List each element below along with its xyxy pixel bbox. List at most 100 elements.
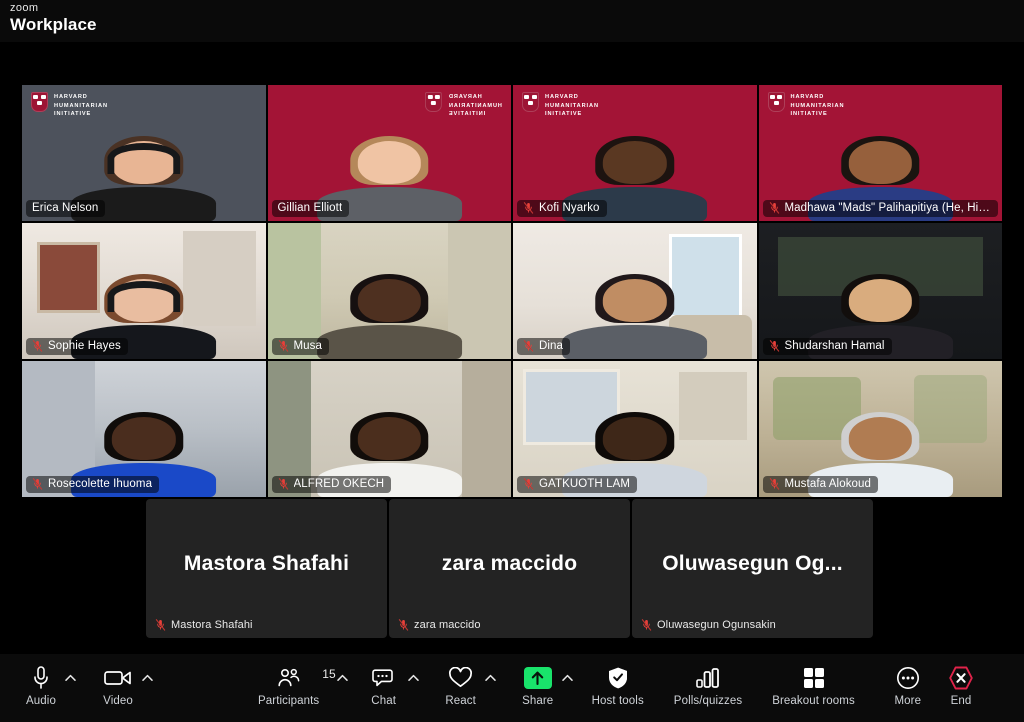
title-bar: zoom Workplace (0, 0, 1024, 42)
participant-tile[interactable]: Sophie Hayes (22, 223, 266, 359)
harvard-shield-icon (425, 92, 443, 112)
hhi-logo-text: HARVARD HUMANITARIAN INITIATIVE (790, 94, 845, 118)
participant-nameplate: Mastora Shafahi (152, 618, 256, 632)
participant-tile[interactable]: Shudarshan Hamal (758, 223, 1002, 359)
ellipsis-icon (896, 665, 920, 691)
more-button[interactable]: More (885, 654, 931, 707)
participant-nameplate: ALFRED OKECH (271, 476, 392, 493)
camera-icon (104, 665, 132, 691)
toolbar-left-group: Audio Video (18, 654, 168, 722)
share-chevron-up-icon[interactable] (561, 665, 574, 691)
chat-label: Chat (371, 695, 396, 707)
video-chevron-up-icon[interactable] (141, 665, 154, 691)
mic-off-icon (769, 202, 779, 214)
participant-tile-no-video[interactable]: zara maccido zara maccido (389, 499, 630, 638)
people-icon (277, 665, 301, 691)
harvard-humanitarian-initiative-logo: HARVARD HUMANITARIAN INITIATIVE (425, 92, 502, 119)
participants-chevron-up-icon[interactable] (336, 665, 349, 691)
participant-name: Oluwasegun Ogunsakin (657, 619, 776, 631)
participant-name: Musa (293, 340, 323, 352)
participant-name: Shudarshan Hamal (784, 340, 885, 352)
participant-tile[interactable]: Rosecolette Ihuoma (22, 361, 266, 497)
participants-button[interactable]: Participants (258, 654, 319, 707)
harvard-humanitarian-initiative-logo: HARVARD HUMANITARIAN INITIATIVE (522, 92, 599, 119)
participant-tile[interactable]: ALFRED OKECH (267, 361, 511, 497)
mic-off-icon (523, 478, 534, 490)
placeholder-tile-row: Mastora Shafahi Mastora Shafahi zara mac… (146, 499, 873, 638)
toolbar-right-group: End (938, 654, 1002, 722)
participant-nameplate: GATKUOTH LAM (517, 476, 638, 493)
participant-tile[interactable]: Musa (267, 223, 511, 359)
breakout-button[interactable]: Breakout rooms (772, 654, 855, 707)
participant-nameplate: Dina (517, 338, 571, 355)
participant-name: Rosecolette Ihuoma (48, 478, 153, 490)
participant-tile[interactable]: HARVARD HUMANITARIAN INITIATIVE Gillian … (267, 85, 511, 221)
share-button[interactable]: Share (515, 654, 561, 707)
mic-off-icon (523, 340, 534, 352)
harvard-shield-icon (767, 92, 785, 112)
audio-chevron-up-icon[interactable] (64, 665, 77, 691)
participant-video-figure (314, 253, 465, 359)
participant-tile[interactable]: HARVARD HUMANITARIAN INITIATIVE Madhawa … (758, 85, 1002, 221)
host-tools-button[interactable]: Host tools (592, 654, 644, 707)
participant-tile[interactable]: Mustafa Alokoud (758, 361, 1002, 497)
participant-name: Dina (539, 340, 564, 352)
microphone-icon (30, 665, 52, 691)
share-label: Share (522, 695, 554, 707)
brand-workplace-text: Workplace (10, 15, 97, 34)
meeting-toolbar: Audio Video Participants 15 Chat React Sh… (0, 654, 1024, 722)
harvard-humanitarian-initiative-logo: HARVARD HUMANITARIAN INITIATIVE (31, 92, 108, 119)
participant-name: Erica Nelson (32, 202, 99, 214)
react-chevron-up-icon[interactable] (484, 665, 497, 691)
bar-chart-icon (695, 665, 721, 691)
participant-nameplate: Madhawa "Mads" Palihapitiya (He, Him) (762, 200, 998, 217)
mic-off-icon (278, 478, 288, 490)
participant-video-figure (559, 253, 710, 359)
end-label: End (950, 695, 972, 707)
more-label: More (894, 695, 922, 707)
share-arrow-icon (523, 665, 552, 691)
participant-name: Sophie Hayes (48, 340, 121, 352)
participant-nameplate: Erica Nelson (26, 200, 106, 217)
participant-tile[interactable]: HARVARD HUMANITARIAN INITIATIVE Erica Ne… (22, 85, 266, 221)
video-label: Video (103, 695, 133, 707)
mic-off-icon (398, 619, 409, 631)
brand-zoom-text: zoom (10, 2, 39, 14)
participant-display-name: zara maccido (441, 551, 578, 575)
video-button[interactable]: Video (95, 654, 141, 707)
participant-nameplate: Musa (271, 338, 330, 355)
video-stage: HARVARD HUMANITARIAN INITIATIVE Erica Ne… (0, 42, 1024, 654)
polls-button[interactable]: Polls/quizzes (674, 654, 742, 707)
participant-name: GATKUOTH LAM (539, 478, 631, 490)
hhi-logo-text: HARVARD HUMANITARIAN INITIATIVE (448, 94, 502, 118)
participants-label: Participants (258, 695, 320, 707)
participant-display-name: Oluwasegun Og... (662, 551, 843, 575)
chat-button[interactable]: Chat (361, 654, 407, 707)
end-button[interactable]: End (938, 654, 984, 707)
grid-squares-icon (803, 665, 825, 691)
chat-chevron-up-icon[interactable] (407, 665, 420, 691)
end-call-icon (948, 665, 974, 691)
participant-tile[interactable]: HARVARD HUMANITARIAN INITIATIVE Kofi Nya… (513, 85, 757, 221)
participant-nameplate: Oluwasegun Ogunsakin (638, 618, 779, 632)
mic-off-icon (641, 619, 652, 631)
participant-tile[interactable]: GATKUOTH LAM (513, 361, 757, 497)
participant-tile-no-video[interactable]: Mastora Shafahi Mastora Shafahi (146, 499, 387, 638)
participant-name: zara maccido (414, 619, 481, 631)
react-button[interactable]: React (438, 654, 484, 707)
participant-name: Gillian Elliott (277, 202, 343, 214)
toolbar-center-group: Participants 15 Chat React Share Host too… (258, 654, 949, 722)
participant-name: Kofi Nyarko (539, 202, 600, 214)
participant-nameplate: zara maccido (395, 618, 484, 632)
breakout-label: Breakout rooms (772, 695, 855, 707)
participant-tile[interactable]: Dina (513, 223, 757, 359)
audio-button[interactable]: Audio (18, 654, 64, 707)
mic-off-icon (32, 340, 43, 352)
zoom-workplace-logo: zoom Workplace (10, 2, 97, 34)
participant-nameplate: Kofi Nyarko (517, 200, 607, 217)
share-button-box (523, 667, 552, 689)
participant-tile-no-video[interactable]: Oluwasegun Og... Oluwasegun Ogunsakin (632, 499, 873, 638)
participant-nameplate: Sophie Hayes (26, 338, 128, 355)
gallery-grid: HARVARD HUMANITARIAN INITIATIVE Erica Ne… (22, 85, 1002, 497)
mic-off-icon (769, 340, 779, 352)
